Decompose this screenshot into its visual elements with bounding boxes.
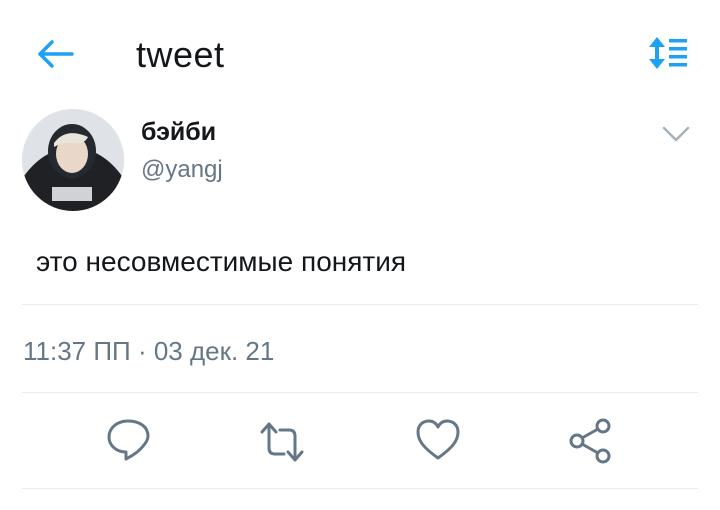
divider — [22, 488, 698, 489]
arrow-left-icon[interactable] — [36, 38, 76, 70]
timestamp[interactable]: 11:37 ПП · 03 дек. 21 — [23, 336, 274, 367]
sort-list-icon[interactable] — [648, 36, 690, 70]
display-name[interactable]: бэйби — [141, 118, 216, 147]
avatar-image — [22, 109, 124, 211]
share-icon[interactable] — [567, 417, 615, 465]
tweet-text: это несовместимые понятия — [36, 246, 407, 277]
reply-icon[interactable] — [104, 415, 152, 463]
user-handle[interactable]: @yangj — [141, 156, 223, 184]
divider — [22, 392, 698, 393]
avatar[interactable] — [22, 109, 124, 211]
retweet-icon[interactable] — [258, 418, 306, 466]
divider — [22, 304, 698, 305]
like-icon[interactable] — [414, 416, 462, 464]
page-title: tweet — [136, 34, 225, 75]
chevron-down-icon[interactable] — [660, 122, 692, 146]
top-bar: tweet — [0, 0, 720, 110]
